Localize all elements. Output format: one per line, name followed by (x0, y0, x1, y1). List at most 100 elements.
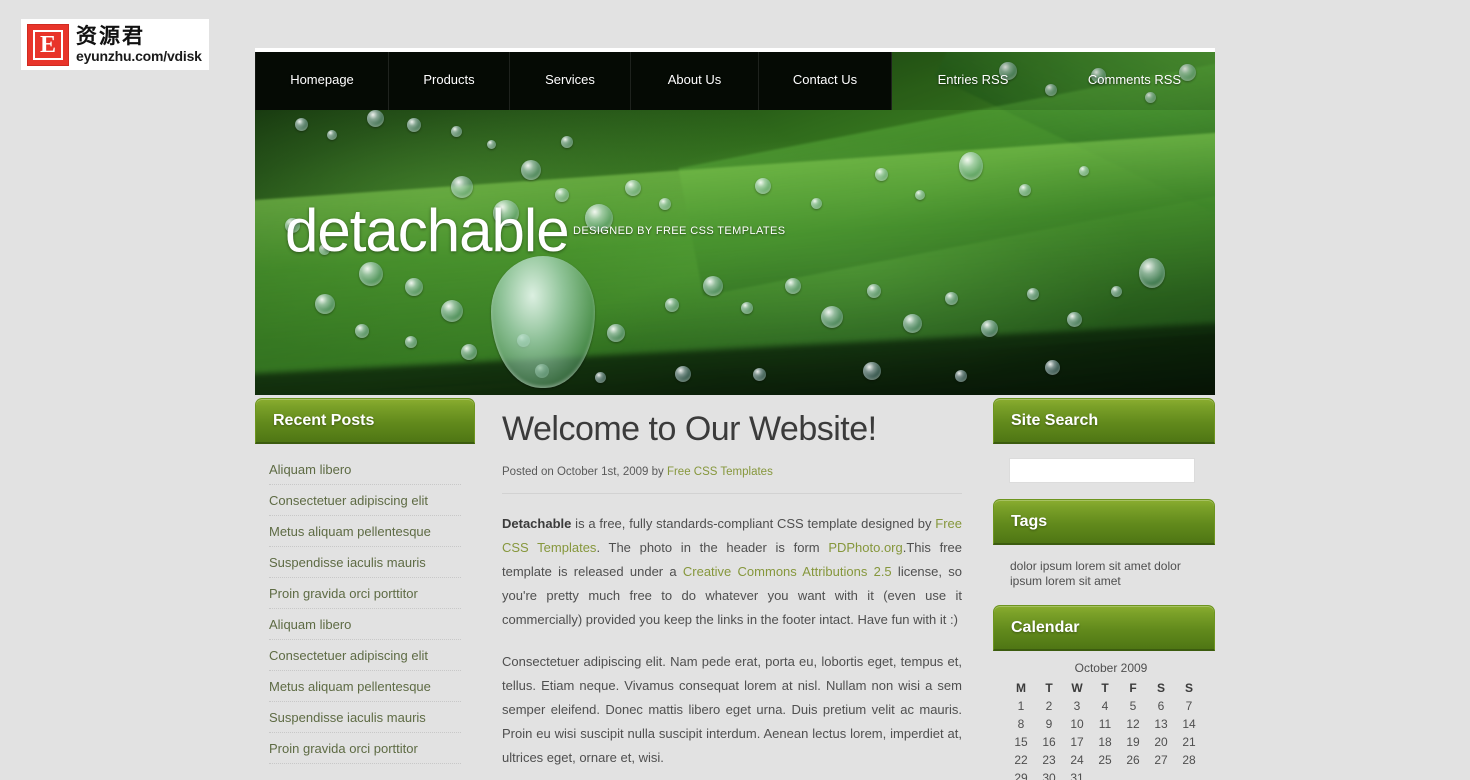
tag-link[interactable]: sit (1109, 559, 1121, 573)
calendar-day[interactable]: 19 (1119, 733, 1147, 751)
calendar-table: M T W T F S S 1 2 3 4 5 6 7 8 9 10 11 12… (1007, 679, 1203, 780)
menu-top-strip (255, 48, 1215, 52)
tag-link[interactable]: ipsum (1040, 559, 1072, 573)
tags-header: Tags (993, 499, 1215, 545)
tag-link[interactable]: dolor (1010, 559, 1037, 573)
recent-post-link[interactable]: Metus aliquam pellentesque (269, 516, 461, 546)
calendar-day[interactable]: 23 (1035, 751, 1063, 769)
list-item: Aliquam libero (269, 454, 461, 485)
tags-heading: Tags (1011, 512, 1048, 530)
nav-item-products[interactable]: Products (389, 48, 510, 110)
nav-item-comments-rss[interactable]: Comments RSS (1054, 48, 1215, 110)
list-item: Metus aliquam pellentesque (269, 671, 461, 702)
recent-post-link[interactable]: Consectetuer adipiscing elit (269, 485, 461, 515)
tag-link[interactable]: ipsum (1010, 574, 1042, 588)
site-search-heading: Site Search (1011, 411, 1099, 429)
calendar-day[interactable]: 6 (1147, 697, 1175, 715)
calendar-day[interactable]: 12 (1119, 715, 1147, 733)
weekday-header: T (1045, 681, 1053, 695)
weekday-header: T (1101, 681, 1109, 695)
calendar-day[interactable]: 5 (1119, 697, 1147, 715)
nav-item-services[interactable]: Services (510, 48, 631, 110)
recent-post-link[interactable]: Suspendisse iaculis mauris (269, 547, 461, 577)
calendar-day[interactable]: 2 (1035, 697, 1063, 715)
list-item: Metus aliquam pellentesque (269, 516, 461, 547)
calendar-day[interactable]: 31 (1063, 769, 1091, 780)
water-droplet-icon (1111, 286, 1122, 297)
recent-post-link[interactable]: Metus aliquam pellentesque (269, 671, 461, 701)
page-root: E 资源君 eyunzhu.com/vdisk detachable DESIG… (0, 0, 1470, 780)
calendar-day[interactable]: 24 (1063, 751, 1091, 769)
search-input[interactable] (1009, 458, 1195, 483)
calendar-day[interactable]: 30 (1035, 769, 1063, 780)
logo-url: eyunzhu.com/vdisk (76, 48, 202, 64)
calendar-day[interactable]: 29 (1007, 769, 1035, 780)
calendar-day[interactable]: 14 (1175, 715, 1203, 733)
recent-post-link[interactable]: Aliquam libero (269, 454, 461, 484)
weekday-header: M (1016, 681, 1026, 695)
pdphoto-link[interactable]: PDPhoto.org (828, 540, 902, 555)
calendar-day[interactable]: 13 (1147, 715, 1175, 733)
tag-link[interactable]: dolor (1154, 559, 1181, 573)
tag-link[interactable]: amet (1094, 574, 1121, 588)
post-author-link[interactable]: Free CSS Templates (667, 466, 773, 478)
recent-post-link[interactable]: Proin gravida orci porttitor (269, 578, 461, 608)
nav-item-about-us[interactable]: About Us (631, 48, 759, 110)
calendar-day[interactable]: 3 (1063, 697, 1091, 715)
calendar-day[interactable]: 27 (1147, 751, 1175, 769)
recent-post-link[interactable]: Consectetuer adipiscing elit (269, 640, 461, 670)
calendar-day[interactable]: 25 (1091, 751, 1119, 769)
calendar-day[interactable]: 17 (1063, 733, 1091, 751)
calendar-day[interactable]: 18 (1091, 733, 1119, 751)
recent-posts-heading: Recent Posts (273, 411, 375, 429)
recent-post-link[interactable]: Proin gravida orci porttitor (269, 733, 461, 763)
page-title: Welcome to Our Website! (502, 410, 877, 448)
tag-link[interactable]: lorem (1045, 574, 1075, 588)
calendar-header-row: M T W T F S S (1007, 679, 1203, 697)
water-droplet-icon (315, 294, 335, 314)
water-droplet-icon (915, 190, 925, 200)
calendar-day[interactable]: 15 (1007, 733, 1035, 751)
tag-link[interactable]: sit (1079, 574, 1091, 588)
logo-chinese-name: 资源君 (76, 24, 145, 48)
calendar-day[interactable]: 26 (1119, 751, 1147, 769)
water-droplet-icon (945, 292, 958, 305)
nav-item-contact-us[interactable]: Contact Us (759, 48, 892, 110)
calendar-day[interactable] (1091, 769, 1119, 780)
weekday-header: W (1071, 681, 1083, 695)
calendar-day[interactable]: 20 (1147, 733, 1175, 751)
logo-letter: E (33, 29, 63, 60)
tag-link[interactable]: lorem (1075, 559, 1105, 573)
calendar-day[interactable] (1147, 769, 1175, 780)
water-droplet-icon (659, 198, 671, 210)
calendar-day[interactable] (1175, 769, 1203, 780)
calendar-day[interactable]: 21 (1175, 733, 1203, 751)
calendar-day[interactable]: 8 (1007, 715, 1035, 733)
creative-commons-link[interactable]: Creative Commons Attributions 2.5 (683, 564, 892, 579)
water-droplet-icon (811, 198, 822, 209)
recent-post-link[interactable]: Suspendisse iaculis mauris (269, 702, 461, 732)
calendar-day[interactable] (1119, 769, 1147, 780)
calendar-day[interactable]: 9 (1035, 715, 1063, 733)
recent-post-link[interactable]: Aliquam libero (269, 609, 461, 639)
tag-link[interactable]: amet (1124, 559, 1151, 573)
calendar-day[interactable]: 22 (1007, 751, 1035, 769)
water-droplet-icon (561, 136, 573, 148)
post-paragraph-2: Consectetuer adipiscing elit. Nam pede e… (502, 654, 962, 765)
sidebar-right: Site Search Tags dolor ipsum lorem sit a… (993, 398, 1215, 780)
calendar-day[interactable]: 1 (1007, 697, 1035, 715)
list-item: Consectetuer adipiscing elit (269, 640, 461, 671)
nav-item-homepage[interactable]: Homepage (255, 48, 389, 110)
calendar-day[interactable]: 7 (1175, 697, 1203, 715)
calendar-day[interactable]: 16 (1035, 733, 1063, 751)
calendar-day[interactable]: 28 (1175, 751, 1203, 769)
calendar-day[interactable]: 10 (1063, 715, 1091, 733)
water-droplet-icon (405, 336, 417, 348)
nav-item-entries-rss[interactable]: Entries RSS (892, 48, 1054, 110)
site-logo-badge[interactable]: E 资源君 eyunzhu.com/vdisk (21, 19, 209, 70)
calendar-day[interactable]: 4 (1091, 697, 1119, 715)
water-droplet-icon (867, 284, 881, 298)
post-paragraph-1: Detachable is a free, fully standards-co… (502, 512, 962, 632)
calendar-day[interactable]: 11 (1091, 715, 1119, 733)
